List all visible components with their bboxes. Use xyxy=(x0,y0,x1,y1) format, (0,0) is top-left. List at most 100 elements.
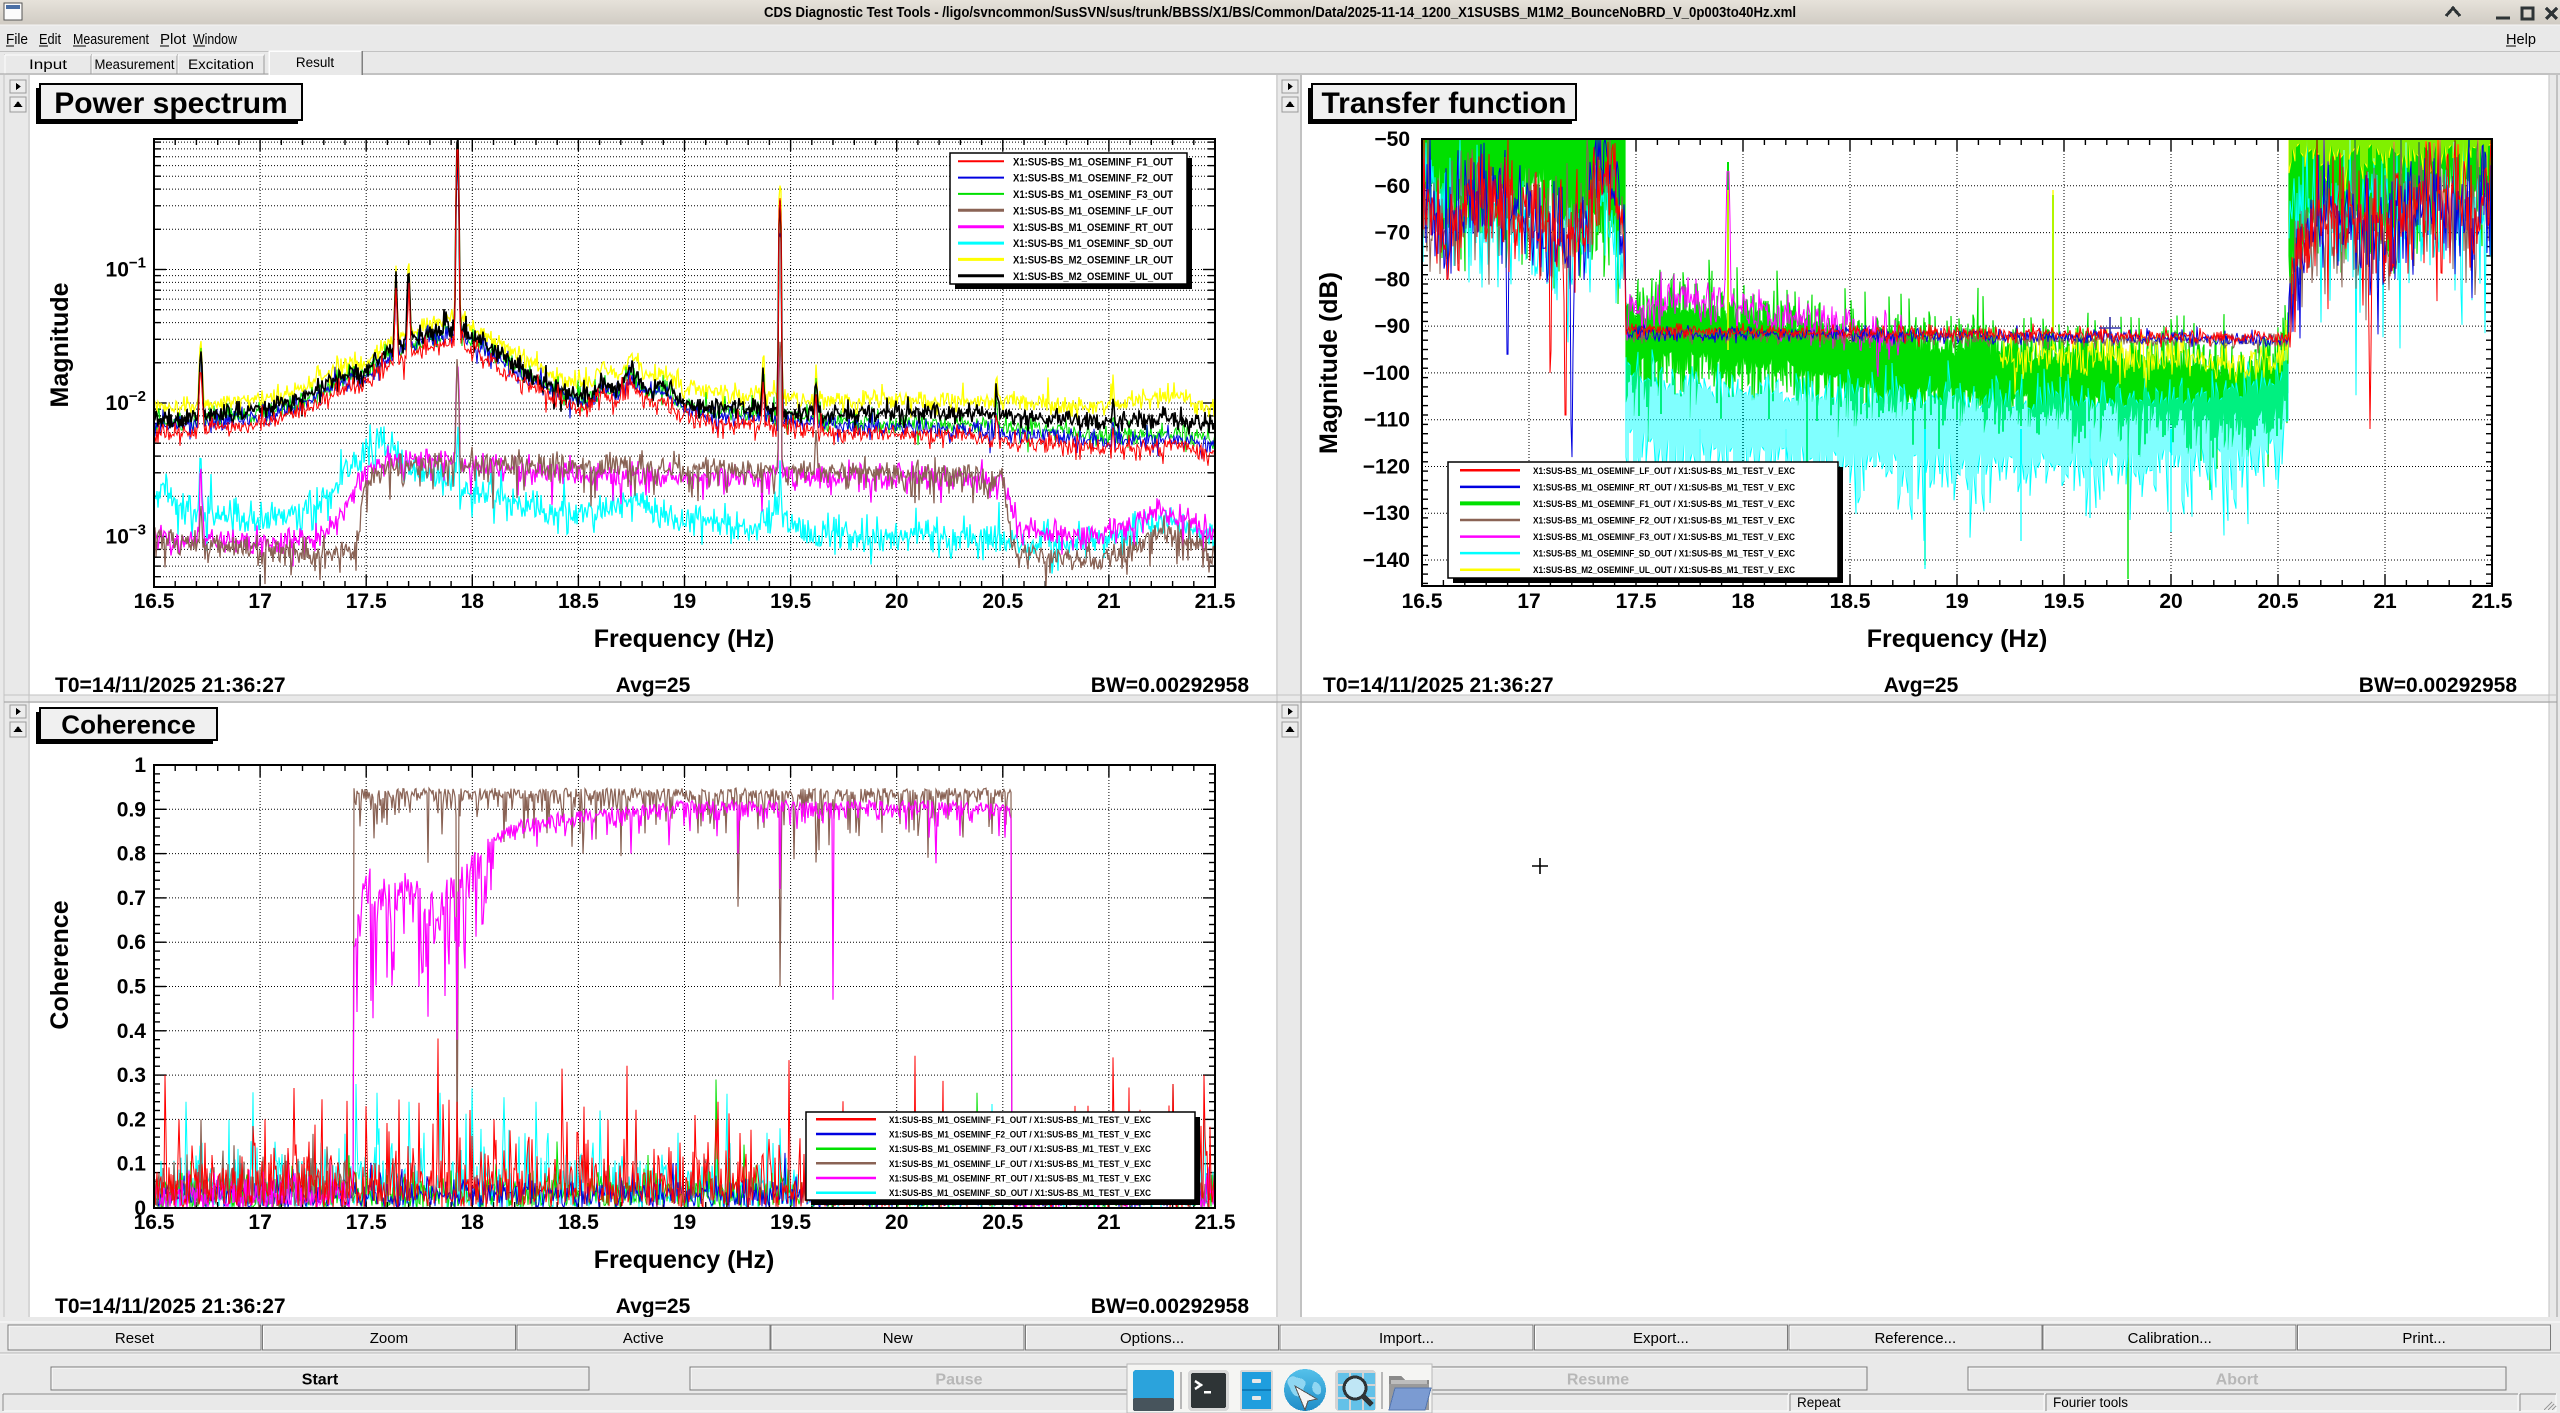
svg-text:X1:SUS-BS_M2_OSEMINF_UL_OUT: X1:SUS-BS_M2_OSEMINF_UL_OUT xyxy=(1013,271,1173,283)
svg-text:18: 18 xyxy=(461,1211,485,1234)
svg-text:Avg=25: Avg=25 xyxy=(1884,674,1959,697)
svg-text:19.5: 19.5 xyxy=(770,1211,811,1234)
svg-text:X1:SUS-BS_M1_OSEMINF_RT_OUT /: X1:SUS-BS_M1_OSEMINF_RT_OUT / X1:SUS-BS_… xyxy=(889,1174,1151,1184)
svg-text:20.5: 20.5 xyxy=(982,1211,1023,1234)
svg-text:20: 20 xyxy=(885,1211,908,1234)
svg-text:Resume: Resume xyxy=(1567,1371,1629,1388)
svg-text:−140: −140 xyxy=(1363,549,1410,572)
svg-text:X1:SUS-BS_M1_OSEMINF_F3_OUT /: X1:SUS-BS_M1_OSEMINF_F3_OUT / X1:SUS-BS_… xyxy=(1533,532,1795,542)
svg-text:18.5: 18.5 xyxy=(558,1211,599,1234)
svg-text:X1:SUS-BS_M1_OSEMINF_F2_OUT /: X1:SUS-BS_M1_OSEMINF_F2_OUT / X1:SUS-BS_… xyxy=(1533,516,1795,526)
svg-text:CDS Diagnostic Test Tools - /l: CDS Diagnostic Test Tools - /ligo/svncom… xyxy=(764,5,1796,21)
svg-text:17.5: 17.5 xyxy=(1616,590,1657,613)
svg-text:19.5: 19.5 xyxy=(770,590,811,613)
svg-text:−100: −100 xyxy=(1363,362,1410,385)
svg-text:19: 19 xyxy=(1945,590,1968,613)
svg-text:Measurement: Measurement xyxy=(95,57,175,72)
svg-text:0.3: 0.3 xyxy=(117,1064,146,1087)
svg-text:X1:SUS-BS_M1_OSEMINF_SD_OUT /: X1:SUS-BS_M1_OSEMINF_SD_OUT / X1:SUS-BS_… xyxy=(889,1188,1151,1198)
svg-text:Fourier tools: Fourier tools xyxy=(2053,1395,2128,1410)
svg-text:X1:SUS-BS_M1_OSEMINF_F1_OUT /: X1:SUS-BS_M1_OSEMINF_F1_OUT / X1:SUS-BS_… xyxy=(1533,499,1795,509)
svg-text:X1:SUS-BS_M1_OSEMINF_F1_OUT: X1:SUS-BS_M1_OSEMINF_F1_OUT xyxy=(1013,156,1173,168)
svg-text:0.4: 0.4 xyxy=(117,1020,147,1043)
svg-text:X1:SUS-BS_M1_OSEMINF_F1_OUT /: X1:SUS-BS_M1_OSEMINF_F1_OUT / X1:SUS-BS_… xyxy=(889,1115,1151,1125)
svg-text:Frequency (Hz): Frequency (Hz) xyxy=(594,625,775,653)
svg-text:X1:SUS-BS_M1_OSEMINF_LF_OUT /: X1:SUS-BS_M1_OSEMINF_LF_OUT / X1:SUS-BS_… xyxy=(889,1159,1151,1169)
svg-text:18.5: 18.5 xyxy=(558,590,599,613)
svg-text:19.5: 19.5 xyxy=(2044,590,2085,613)
svg-text:17: 17 xyxy=(248,1211,271,1234)
svg-text:X1:SUS-BS_M1_OSEMINF_SD_OUT /: X1:SUS-BS_M1_OSEMINF_SD_OUT / X1:SUS-BS_… xyxy=(1533,549,1795,559)
svg-text:−120: −120 xyxy=(1363,455,1410,478)
svg-text:X1:SUS-BS_M1_OSEMINF_RT_OUT: X1:SUS-BS_M1_OSEMINF_RT_OUT xyxy=(1013,222,1173,234)
svg-text:BW=0.00292958: BW=0.00292958 xyxy=(2359,674,2518,697)
svg-text:X1:SUS-BS_M1_OSEMINF_F2_OUT /: X1:SUS-BS_M1_OSEMINF_F2_OUT / X1:SUS-BS_… xyxy=(889,1130,1151,1140)
svg-text:21.5: 21.5 xyxy=(2472,590,2513,613)
svg-text:BW=0.00292958: BW=0.00292958 xyxy=(1091,674,1250,697)
svg-text:19: 19 xyxy=(673,590,696,613)
svg-text:20: 20 xyxy=(885,590,908,613)
svg-text:X1:SUS-BS_M2_OSEMINF_LR_OUT: X1:SUS-BS_M2_OSEMINF_LR_OUT xyxy=(1013,255,1173,267)
svg-text:18: 18 xyxy=(461,590,485,613)
svg-text:0.9: 0.9 xyxy=(117,798,146,821)
svg-text:0.5: 0.5 xyxy=(117,976,147,999)
svg-text:X1:SUS-BS_M1_OSEMINF_LF_OUT /: X1:SUS-BS_M1_OSEMINF_LF_OUT / X1:SUS-BS_… xyxy=(1533,466,1795,476)
svg-text:18.5: 18.5 xyxy=(1830,590,1871,613)
svg-text:Transfer function: Transfer function xyxy=(1321,87,1566,120)
svg-text:X1:SUS-BS_M1_OSEMINF_F3_OUT /: X1:SUS-BS_M1_OSEMINF_F3_OUT / X1:SUS-BS_… xyxy=(889,1144,1151,1154)
svg-text:Reset: Reset xyxy=(115,1330,155,1347)
svg-text:Export...: Export... xyxy=(1633,1330,1689,1347)
svg-text:X1:SUS-BS_M1_OSEMINF_SD_OUT: X1:SUS-BS_M1_OSEMINF_SD_OUT xyxy=(1013,238,1173,250)
svg-text:Active: Active xyxy=(623,1330,664,1347)
svg-text:0.1: 0.1 xyxy=(117,1153,147,1176)
svg-text:T0=14/11/2025 21:36:27: T0=14/11/2025 21:36:27 xyxy=(55,1295,286,1318)
svg-text:Frequency (Hz): Frequency (Hz) xyxy=(1867,625,2048,653)
svg-text:Magnitude (dB): Magnitude (dB) xyxy=(1315,272,1343,454)
svg-text:Coherence: Coherence xyxy=(61,709,195,739)
svg-text:20.5: 20.5 xyxy=(982,590,1023,613)
svg-text:16.5: 16.5 xyxy=(1402,590,1443,613)
svg-text:0.7: 0.7 xyxy=(117,887,146,910)
svg-text:21: 21 xyxy=(2373,590,2397,613)
svg-text:Reference...: Reference... xyxy=(1874,1330,1956,1347)
svg-text:18: 18 xyxy=(1731,590,1755,613)
svg-text:Zoom: Zoom xyxy=(370,1330,408,1347)
svg-text:Print...: Print... xyxy=(2402,1330,2445,1347)
svg-text:T0=14/11/2025 21:36:27: T0=14/11/2025 21:36:27 xyxy=(55,674,286,697)
svg-text:21: 21 xyxy=(1097,590,1121,613)
svg-text:X1:SUS-BS_M1_OSEMINF_LF_OUT: X1:SUS-BS_M1_OSEMINF_LF_OUT xyxy=(1013,206,1173,218)
svg-text:X1:SUS-BS_M1_OSEMINF_RT_OUT /: X1:SUS-BS_M1_OSEMINF_RT_OUT / X1:SUS-BS_… xyxy=(1533,482,1795,492)
svg-text:Input: Input xyxy=(29,57,67,72)
svg-text:X1:SUS-BS_M1_OSEMINF_F3_OUT: X1:SUS-BS_M1_OSEMINF_F3_OUT xyxy=(1013,189,1173,201)
svg-text:Calibration...: Calibration... xyxy=(2128,1330,2212,1347)
svg-text:Result: Result xyxy=(296,55,335,70)
svg-text:Import...: Import... xyxy=(1379,1330,1434,1347)
svg-text:0.6: 0.6 xyxy=(117,931,146,954)
svg-text:Options...: Options... xyxy=(1120,1330,1184,1347)
svg-text:19: 19 xyxy=(673,1211,696,1234)
svg-text:−80: −80 xyxy=(1374,268,1410,291)
svg-text:1: 1 xyxy=(134,754,146,777)
svg-text:17: 17 xyxy=(248,590,271,613)
svg-text:Abort: Abort xyxy=(2216,1371,2259,1388)
svg-text:21.5: 21.5 xyxy=(1195,1211,1236,1234)
svg-text:T0=14/11/2025 21:36:27: T0=14/11/2025 21:36:27 xyxy=(1323,674,1554,697)
svg-text:−60: −60 xyxy=(1374,175,1410,198)
svg-text:−90: −90 xyxy=(1374,315,1410,338)
svg-text:−110: −110 xyxy=(1364,409,1410,432)
svg-text:20.5: 20.5 xyxy=(2258,590,2299,613)
svg-text:20: 20 xyxy=(2159,590,2182,613)
svg-text:Pause: Pause xyxy=(935,1371,982,1388)
svg-text:−70: −70 xyxy=(1374,222,1410,245)
svg-text:17: 17 xyxy=(1517,590,1540,613)
svg-text:−130: −130 xyxy=(1363,502,1410,525)
svg-text:Repeat: Repeat xyxy=(1797,1395,1841,1410)
svg-text:Avg=25: Avg=25 xyxy=(616,1295,691,1318)
svg-text:Magnitude: Magnitude xyxy=(46,282,74,407)
svg-text:17.5: 17.5 xyxy=(346,590,387,613)
svg-text:BW=0.00292958: BW=0.00292958 xyxy=(1091,1295,1250,1318)
svg-text:Start: Start xyxy=(302,1371,339,1388)
svg-text:21.5: 21.5 xyxy=(1195,590,1236,613)
svg-text:17.5: 17.5 xyxy=(346,1211,387,1234)
svg-text:0.8: 0.8 xyxy=(117,843,147,866)
